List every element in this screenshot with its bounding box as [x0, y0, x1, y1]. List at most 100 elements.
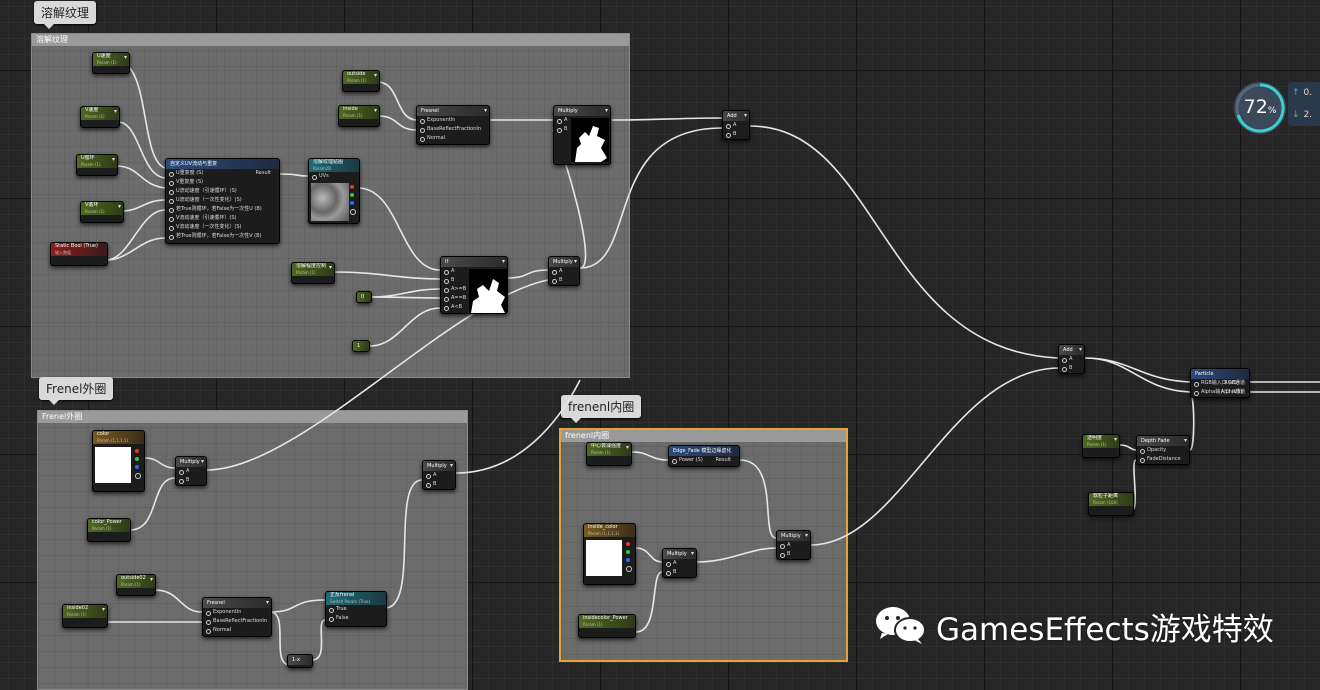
param-inside02[interactable]: inside02 Param (1) ▾ — [62, 604, 108, 628]
chevron-down-icon[interactable]: ▾ — [124, 54, 127, 61]
pin-v-bool[interactable]: 若True则循环，若False为一次性V (B) — [166, 232, 279, 241]
pin-false[interactable]: False — [326, 614, 386, 623]
pin-u-flow-once[interactable]: U流动速度（一次性变化）(S) — [166, 196, 279, 205]
chevron-down-icon[interactable]: ▾ — [805, 532, 808, 539]
chevron-down-icon[interactable]: ▾ — [1079, 346, 1082, 353]
pin-a[interactable]: A — [176, 467, 206, 476]
pin-power[interactable]: Power (S) Result — [669, 456, 739, 465]
chevron-down-icon[interactable]: ▾ — [150, 576, 153, 583]
pin-alpha[interactable]: Alpha输入口 (V3) Alpha通道 — [1191, 388, 1249, 397]
multiply-node-top[interactable]: Multiply ▾ A B — [553, 105, 611, 165]
chevron-down-icon[interactable]: ▾ — [114, 108, 117, 115]
chevron-down-icon[interactable]: ▾ — [744, 112, 747, 119]
param-v-speed[interactable]: V速度 Param (1) ▾ — [80, 106, 120, 128]
param-transparency[interactable]: 透明度 Param (1) ▾ — [1082, 434, 1120, 458]
pin-fade-distance[interactable]: FadeDistance — [1137, 455, 1189, 464]
switch-fresnel-node[interactable]: 正反frenel Switch Param (True) True False — [325, 591, 387, 627]
pin-a[interactable]: A — [1059, 355, 1084, 364]
chevron-down-icon[interactable]: ▾ — [484, 107, 487, 114]
pin-a[interactable]: A — [549, 267, 579, 276]
pin-b[interactable]: B — [1059, 364, 1084, 373]
add-node-right[interactable]: Add ▾ A B — [1058, 344, 1085, 374]
param-inside-color[interactable]: inside_color Param (1,1,1,1) — [583, 523, 636, 585]
multiply-node-in1[interactable]: Multiply ▾ A B — [662, 548, 697, 578]
param-color-power[interactable]: color_Power Param (1) — [87, 518, 131, 542]
chevron-down-icon[interactable]: ▾ — [112, 156, 115, 163]
pin-normal[interactable]: Normal — [417, 134, 489, 143]
pin-u-flow-loop[interactable]: U流动速度（引速循环）(S) — [166, 187, 279, 196]
particle-output-node[interactable]: Particle RGB输入口 (V3) RGB通道 Alpha输入口 (V3) A… — [1190, 368, 1250, 398]
chevron-down-icon[interactable]: ▾ — [1184, 437, 1187, 444]
edge-fade-node[interactable]: Edge_Fade 模型边缘虚化 Power (S) Result — [668, 445, 740, 467]
static-bool-node[interactable]: Static Bool (True) 输入数值 — [50, 242, 108, 266]
if-node[interactable]: If ▾ A B A>=B A==B A<B — [440, 256, 508, 314]
param-center-fade[interactable]: 中心衰减强度 Param (1) ▾ — [586, 442, 632, 466]
pin-base-reflect[interactable]: BaseReflectFractionIn — [203, 617, 271, 626]
pin-exponent[interactable]: ExponentIn — [417, 116, 489, 125]
param-outside02[interactable]: outside02 Param (1) ▾ — [116, 574, 156, 596]
chevron-down-icon[interactable]: ▾ — [574, 258, 577, 265]
fresnel-node-low[interactable]: Fresnel ▾ ExponentIn BaseReflectFraction… — [202, 597, 272, 637]
multiply-node-l2[interactable]: Multiply ▾ A B — [422, 460, 456, 490]
pin-a[interactable]: A — [723, 121, 749, 130]
pin-b[interactable]: B — [723, 130, 749, 139]
pin-a[interactable]: A — [423, 471, 455, 480]
param-u-speed[interactable]: U速度 Param (1) ▾ — [92, 52, 130, 74]
chevron-down-icon[interactable]: ▾ — [118, 203, 121, 210]
pin-v-flow-once[interactable]: V流动速度（一次性变化）(S) — [166, 223, 279, 232]
pin-a[interactable]: A — [663, 559, 696, 568]
chevron-down-icon[interactable]: ▾ — [626, 444, 629, 451]
multiply-node-in2[interactable]: Multiply ▾ A B — [776, 530, 811, 560]
dissolve-texture-node[interactable]: 溶解纹理贴图 Param2D UVs — [308, 158, 360, 224]
multiply-node-mid[interactable]: Multiply ▾ A B — [548, 256, 580, 286]
pin-opacity[interactable]: Opacity — [1137, 446, 1189, 455]
constant-1[interactable]: 1 — [352, 340, 370, 352]
param-dissolve[interactable]: 溶解程度控制 Param (1) ▾ — [291, 262, 335, 284]
param-inside[interactable]: inside Param (1) ▾ — [338, 105, 380, 127]
pin-v-flow-loop[interactable]: V流动速度（引速循环）(S) — [166, 214, 279, 223]
chevron-down-icon[interactable]: ▾ — [266, 599, 269, 606]
pin-true[interactable]: True — [326, 605, 386, 614]
performance-meter[interactable]: 72% — [1234, 82, 1286, 134]
chevron-down-icon[interactable]: ▾ — [450, 462, 453, 469]
pin-a[interactable]: A — [777, 541, 810, 550]
pin-base-reflect[interactable]: BaseReflectFractionIn — [417, 125, 489, 134]
one-minus-node[interactable]: 1-x — [287, 654, 313, 668]
uv-function-node[interactable]: 自定义UV流动与重复 U重复度 (S) Result V重复度 (S) U流动速度… — [165, 158, 280, 244]
chevron-down-icon[interactable]: ▾ — [691, 550, 694, 557]
pin-uvs[interactable]: UVs — [309, 172, 359, 181]
pin-b[interactable]: B — [176, 476, 206, 485]
param-inside-power[interactable]: insidecolor_Power Param (1) — [578, 614, 636, 638]
pin-exponent[interactable]: ExponentIn — [203, 608, 271, 617]
multiply-node-l1[interactable]: Multiply ▾ A B — [175, 456, 207, 486]
node-title: Fresnel — [417, 106, 489, 116]
pin-u-bool[interactable]: 若True则循环，若False为一次性U (B) — [166, 205, 279, 214]
pin-normal[interactable]: Normal — [203, 626, 271, 635]
param-u-loop[interactable]: U循环 Param (1) ▾ — [76, 154, 118, 176]
chevron-down-icon[interactable]: ▾ — [1114, 436, 1117, 443]
pin-b[interactable]: B — [663, 568, 696, 577]
pin-rgb[interactable]: RGB输入口 (V3) RGB通道 — [1191, 379, 1249, 388]
add-node-top[interactable]: Add ▾ A B — [722, 110, 750, 140]
param-color[interactable]: color Param (1,1,1,1) — [92, 430, 145, 492]
pin-b[interactable]: B — [549, 276, 579, 285]
chevron-down-icon[interactable]: ▾ — [374, 72, 377, 79]
chevron-down-icon[interactable]: ▾ — [329, 264, 332, 271]
param-outside[interactable]: outside Param (1) ▾ — [342, 70, 380, 92]
chevron-down-icon[interactable]: ▾ — [374, 107, 377, 114]
pin-u-repeat[interactable]: U重复度 (S) Result — [166, 169, 279, 178]
depth-fade-node[interactable]: Depth Fade ▾ Opacity FadeDistance — [1136, 435, 1190, 465]
fresnel-node-top[interactable]: Fresnel ▾ ExponentIn BaseReflectFraction… — [416, 105, 490, 145]
pin-b[interactable]: B — [777, 550, 810, 559]
node-title: Static Bool (True) 输入数值 — [51, 243, 107, 256]
pin-v-repeat[interactable]: V重复度 (S) — [166, 178, 279, 187]
node-title: V循环 Param (1) — [81, 202, 123, 215]
constant-0[interactable]: 0 — [356, 291, 372, 303]
chevron-down-icon[interactable]: ▾ — [102, 606, 105, 613]
param-v-loop[interactable]: V循环 Param (1) ▾ — [80, 201, 124, 223]
param-soft-particle[interactable]: 软粒子距离 Param (100) — [1088, 492, 1134, 516]
chevron-down-icon[interactable]: ▾ — [201, 458, 204, 465]
chevron-down-icon[interactable]: ▾ — [502, 258, 505, 265]
pin-b[interactable]: B — [423, 480, 455, 489]
chevron-down-icon[interactable]: ▾ — [605, 107, 608, 114]
